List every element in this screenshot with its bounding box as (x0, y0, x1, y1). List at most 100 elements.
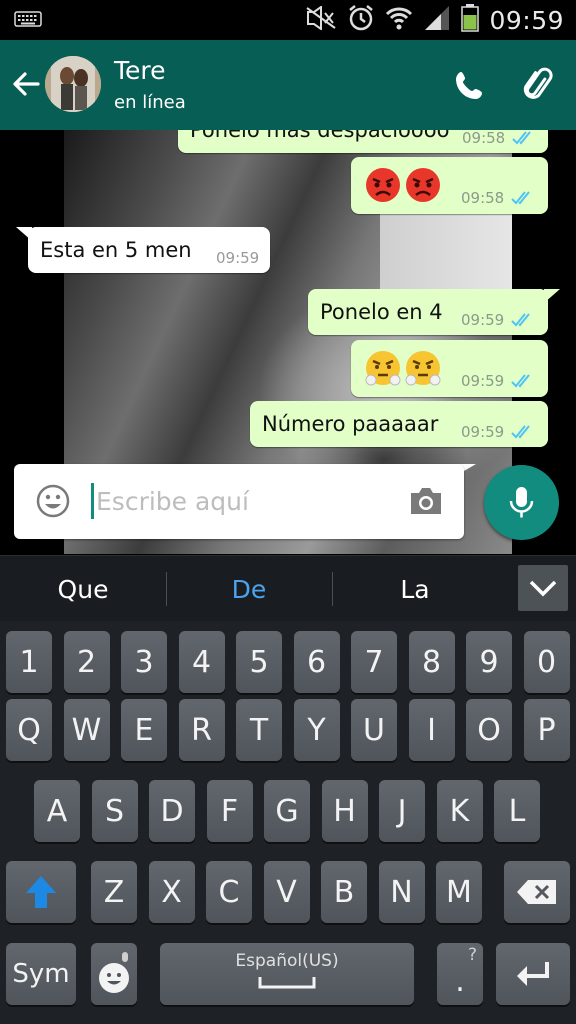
triumph-face-icon (405, 351, 441, 386)
whatsapp-chat-screen: 09:59 Tere en línea Ponelo mas despacioo… (0, 0, 576, 1024)
key-g[interactable]: G (264, 780, 310, 842)
key-9[interactable]: 9 (466, 631, 512, 693)
microphone-icon (509, 487, 534, 518)
key-d[interactable]: D (149, 780, 195, 842)
key-j[interactable]: J (379, 780, 425, 842)
punctuation-label: . (455, 963, 465, 999)
message-bubble-outgoing[interactable]: 09:59 (351, 340, 548, 397)
enter-key[interactable] (496, 943, 570, 1005)
key-m[interactable]: M (436, 861, 482, 923)
emoji-icon[interactable] (36, 484, 70, 518)
read-ticks-icon (511, 374, 530, 388)
key-i[interactable]: I (408, 699, 455, 761)
key-z[interactable]: Z (91, 861, 137, 923)
message-bubble-incoming[interactable]: Esta en 5 men 09:59 (28, 227, 270, 273)
sym-key[interactable]: Sym (6, 943, 76, 1005)
read-ticks-icon (511, 191, 530, 205)
key-b[interactable]: B (321, 861, 367, 923)
message-text: Ponelo mas despacioooo (190, 130, 450, 142)
key-a[interactable]: A (34, 780, 80, 842)
message-time: 09:58 (461, 189, 505, 207)
punctuation-key[interactable]: ? . (437, 943, 483, 1005)
triumph-face-icon (365, 351, 401, 386)
key-u[interactable]: U (351, 699, 397, 761)
punctuation-alt-label: ? (467, 945, 477, 965)
key-t[interactable]: T (236, 699, 282, 761)
status-bar: 09:59 (0, 0, 576, 40)
emoji-settings-icon (99, 952, 129, 993)
backspace-icon (517, 880, 556, 904)
key-p[interactable]: P (523, 699, 570, 761)
voice-record-button[interactable] (484, 465, 559, 540)
wifi-icon (385, 5, 413, 35)
key-w[interactable]: W (63, 699, 110, 761)
key-y[interactable]: Y (293, 699, 340, 761)
key-l[interactable]: L (494, 780, 540, 842)
back-arrow-icon[interactable] (10, 68, 42, 100)
message-compose-box (14, 464, 464, 539)
space-key[interactable]: Español(US) (160, 943, 414, 1005)
space-bar-icon (258, 977, 316, 989)
key-r[interactable]: R (178, 699, 225, 761)
key-k[interactable]: K (436, 780, 483, 842)
message-bubble-outgoing[interactable]: Número paaaaar 09:59 (250, 401, 548, 447)
suggestion-item[interactable]: Que (0, 556, 166, 622)
read-ticks-icon (511, 313, 530, 327)
alarm-icon (347, 4, 375, 36)
key-7[interactable]: 7 (351, 631, 397, 693)
message-time: 09:59 (216, 249, 260, 267)
battery-icon (461, 4, 480, 36)
suggestion-bar: Que De La (0, 555, 576, 621)
contact-name[interactable]: Tere (114, 56, 166, 85)
collapse-suggestions-button[interactable] (518, 565, 568, 611)
angry-face-icon (406, 168, 440, 202)
keyboard-icon (14, 11, 42, 31)
key-5[interactable]: 5 (236, 631, 282, 693)
message-text: Esta en 5 men (40, 238, 192, 262)
message-time: 09:59 (461, 372, 505, 390)
key-6[interactable]: 6 (293, 631, 340, 693)
chevron-down-icon (529, 580, 557, 597)
read-ticks-icon (512, 131, 531, 145)
key-h[interactable]: H (321, 780, 368, 842)
message-time: 09:58 (462, 130, 506, 147)
language-label: Español(US) (235, 951, 339, 971)
key-q[interactable]: Q (6, 699, 52, 761)
key-4[interactable]: 4 (178, 631, 225, 693)
key-x[interactable]: X (148, 861, 195, 923)
key-c[interactable]: C (206, 861, 252, 923)
key-v[interactable]: V (263, 861, 310, 923)
read-ticks-icon (511, 425, 530, 439)
enter-icon (517, 962, 549, 986)
shift-arrow-icon (26, 876, 56, 908)
key-n[interactable]: N (378, 861, 425, 923)
backspace-key[interactable] (504, 861, 570, 923)
call-icon[interactable] (450, 66, 490, 106)
angry-face-icon (366, 168, 400, 202)
suggestion-item-highlighted[interactable]: De (166, 556, 332, 622)
key-o[interactable]: O (466, 699, 512, 761)
key-e[interactable]: E (121, 699, 167, 761)
attach-icon[interactable] (520, 66, 560, 106)
key-s[interactable]: S (91, 780, 138, 842)
keyboard: Sym Español(US) ? . 1234567890 QWERTYUIOP… (0, 621, 576, 1024)
contact-status: en línea (114, 92, 186, 113)
message-bubble-outgoing[interactable]: Ponelo mas despacioooo 09:58 (178, 130, 548, 153)
camera-icon[interactable] (408, 484, 444, 518)
text-cursor (91, 483, 94, 519)
key-f[interactable]: F (206, 780, 253, 842)
key-2[interactable]: 2 (63, 631, 110, 693)
avatar[interactable] (45, 56, 101, 112)
voice-input-key[interactable] (91, 943, 137, 1005)
key-0[interactable]: 0 (523, 631, 570, 693)
message-bubble-outgoing[interactable]: 09:58 (351, 157, 548, 214)
shift-key[interactable] (6, 861, 76, 923)
message-input[interactable] (96, 481, 396, 521)
status-time: 09:59 (489, 5, 564, 35)
key-3[interactable]: 3 (121, 631, 167, 693)
message-bubble-outgoing[interactable]: Ponelo en 4 09:59 (308, 289, 548, 335)
key-1[interactable]: 1 (6, 631, 52, 693)
key-8[interactable]: 8 (408, 631, 455, 693)
silent-mode-icon (305, 5, 337, 34)
suggestion-item[interactable]: La (332, 556, 498, 622)
